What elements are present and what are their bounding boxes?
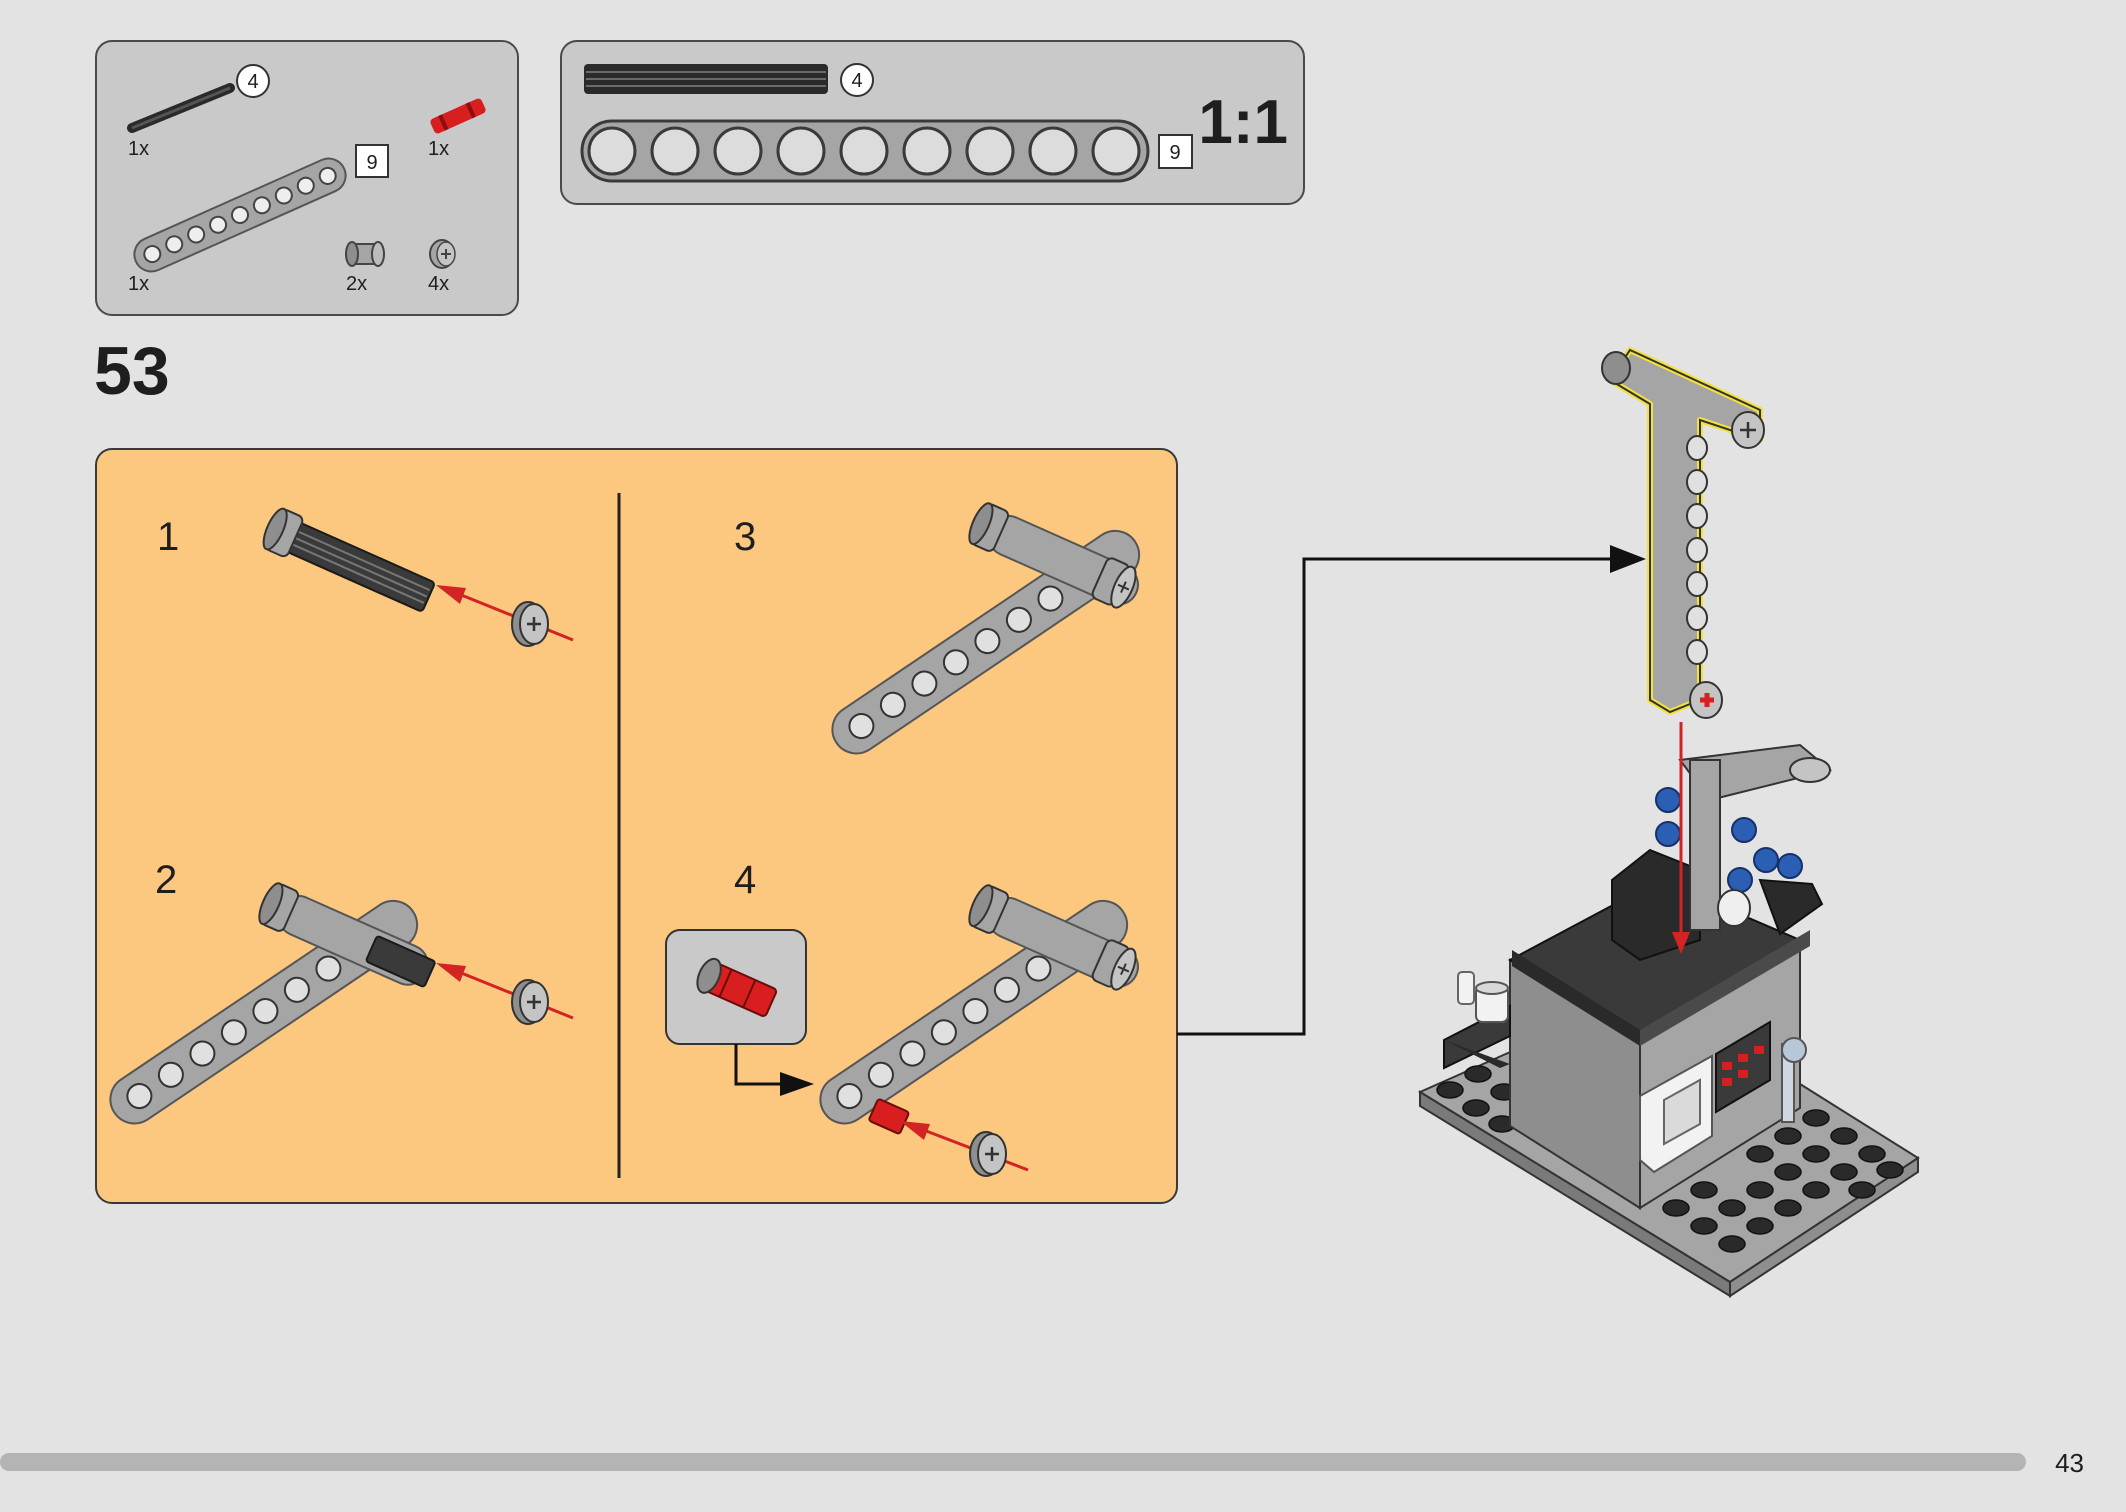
- beam-scale-callout: 9: [1158, 134, 1193, 169]
- parts-list-panel: 4 1x 1x 9 1x 2x 4x: [95, 40, 519, 316]
- substep-1-number: 1: [157, 515, 179, 559]
- axle-scale-label: 4: [851, 70, 862, 92]
- beam-length-label: 9: [366, 152, 377, 174]
- cup: [1457, 971, 1509, 1023]
- highlighted-beam: [1601, 347, 1765, 719]
- scale-reference-panel: 4 9 1:1: [560, 40, 1305, 205]
- step-number: 53: [94, 333, 170, 409]
- upper-frame: [1611, 743, 1833, 962]
- substep-2-number: 2: [155, 858, 177, 902]
- substep-3-number: 3: [734, 515, 756, 559]
- half-bush-part-image: [429, 239, 456, 269]
- beam-length-callout: 9: [355, 144, 389, 178]
- axle-quantity: 1x: [128, 138, 149, 160]
- bush-quantity: 2x: [346, 273, 367, 295]
- red-connector-inset: [665, 929, 807, 1045]
- scale-ratio: 1:1: [1198, 88, 1288, 157]
- bush-part-image: [345, 241, 385, 267]
- main-model-illustration: [1417, 347, 1920, 1298]
- axle-scale-callout: 4: [840, 63, 874, 97]
- beam-quantity: 1x: [128, 273, 149, 295]
- footer: 43: [0, 1448, 2084, 1478]
- red-connector-quantity: 1x: [428, 138, 449, 160]
- beam-scale-image: [580, 119, 1150, 183]
- progress-bar-track: [0, 1453, 2026, 1471]
- beam-scale-label: 9: [1169, 142, 1180, 164]
- page-number: 43: [2055, 1448, 2084, 1478]
- substep-panel: 1 2 3 4: [95, 448, 1178, 1204]
- half-bush-quantity: 4x: [428, 273, 449, 295]
- substep-4-number: 4: [734, 858, 756, 902]
- axle-length-callout: 4: [236, 64, 270, 98]
- instruction-page: 4 1x 1x 9 1x 2x 4x 4 9 1:1 53 1 2 3 4 43: [0, 40, 2084, 1478]
- axle-length-label: 4: [247, 71, 258, 93]
- axle-scale-image: [584, 64, 828, 94]
